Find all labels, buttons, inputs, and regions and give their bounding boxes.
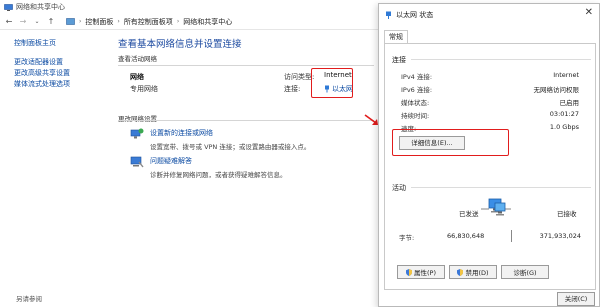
general-panel: 连接 IPv4 连接: Internet IPv6 连接: 无网络访问权限 媒体… bbox=[384, 43, 596, 290]
disable-button[interactable]: 禁用(D) bbox=[449, 265, 497, 279]
network-name: 网络 bbox=[130, 73, 144, 81]
breadcrumb-separator: › bbox=[117, 18, 120, 25]
close-button[interactable]: 关闭(C) bbox=[557, 292, 595, 306]
up-arrow-icon[interactable]: ↑ bbox=[46, 17, 56, 27]
diagnose-button[interactable]: 诊断(G) bbox=[501, 265, 549, 279]
details-button[interactable]: 详细信息(E)... bbox=[399, 136, 465, 150]
breadcrumb-separator: › bbox=[79, 18, 82, 25]
speed-value: 1.0 Gbps bbox=[549, 123, 579, 131]
task-troubleshoot: 问题疑难解答 诊断并修复网络问题，或者获得疑难解答信息。 bbox=[130, 156, 287, 179]
breadcrumb: › 控制面板 › 所有控制面板项 › 网络和共享中心 bbox=[66, 17, 232, 27]
network-center-icon bbox=[4, 3, 13, 11]
ipv6-label: IPv6 连接: bbox=[401, 86, 433, 94]
sent-label: 已发送 bbox=[459, 210, 479, 218]
received-label: 已接收 bbox=[557, 210, 577, 218]
shield-icon bbox=[457, 268, 464, 276]
main-content: 查看基本网络信息并设置连接 查看活动网络 网络 专用网络 访问类型: 连接: I… bbox=[118, 38, 380, 179]
breadcrumb-item-all-items[interactable]: 所有控制面板项 bbox=[124, 17, 173, 27]
back-icon[interactable]: ← bbox=[4, 17, 14, 27]
dialog-titlebar: 以太网 状态 bbox=[385, 10, 433, 20]
sidebar-item-control-panel-home[interactable]: 控制面板主页 bbox=[14, 38, 110, 49]
task-troubleshoot-desc: 诊断并修复网络问题，或者获得疑难解答信息。 bbox=[150, 171, 287, 179]
page-title: 查看基本网络信息并设置连接 bbox=[118, 39, 242, 50]
tab-general[interactable]: 常规 bbox=[384, 30, 408, 44]
properties-button[interactable]: 属性(P) bbox=[397, 265, 445, 279]
sidebar-item-adapter-settings[interactable]: 更改适配器设置 bbox=[14, 57, 110, 68]
connection-group-label: 连接 bbox=[392, 56, 406, 64]
ethernet-status-dialog: 以太网 状态 ✕ 常规 连接 IPv4 连接: Internet IPv6 连接… bbox=[378, 3, 600, 307]
access-type-label: 访问类型: bbox=[284, 73, 315, 81]
breadcrumb-item-control-panel[interactable]: 控制面板 bbox=[85, 17, 113, 27]
duration-value: 03:01:27 bbox=[549, 110, 579, 118]
breadcrumb-separator: › bbox=[176, 18, 180, 25]
activity-group-label: 活动 bbox=[392, 184, 406, 192]
ethernet-icon bbox=[386, 11, 391, 19]
connection-label: 连接: bbox=[284, 85, 301, 93]
disable-button-label: 禁用(D) bbox=[465, 269, 489, 277]
task-troubleshoot-title[interactable]: 问题疑难解答 bbox=[150, 156, 287, 166]
troubleshoot-icon bbox=[130, 156, 144, 168]
duration-label: 持续时间: bbox=[401, 112, 430, 120]
control-panel-icon bbox=[66, 17, 75, 25]
chevron-down-icon[interactable]: ⌄ bbox=[32, 17, 42, 27]
task-new-connection: 设置新的连接或网络 设置宽带、拨号或 VPN 连接；或设置路由器或接入点。 bbox=[130, 128, 310, 151]
see-also-label: 另请参阅 bbox=[16, 295, 42, 303]
sidebar-item-advanced-sharing[interactable]: 更改高级共享设置 bbox=[14, 68, 110, 79]
sidebar-item-media-streaming[interactable]: 媒体流式处理选项 bbox=[14, 79, 110, 90]
ipv6-value: 无网络访问权限 bbox=[533, 86, 580, 94]
sidebar: 控制面板主页 更改适配器设置 更改高级共享设置 媒体流式处理选项 bbox=[14, 38, 110, 90]
window-title: 网络和共享中心 bbox=[16, 3, 65, 11]
dialog-title: 以太网 状态 bbox=[396, 11, 434, 19]
bytes-received-value: 371,933,024 bbox=[539, 232, 581, 240]
properties-button-label: 属性(P) bbox=[414, 269, 436, 277]
task-new-connection-title[interactable]: 设置新的连接或网络 bbox=[150, 128, 310, 138]
divider bbox=[411, 59, 591, 60]
divider bbox=[118, 120, 374, 121]
task-new-connection-desc: 设置宽带、拨号或 VPN 连接；或设置路由器或接入点。 bbox=[150, 143, 311, 151]
shield-icon bbox=[406, 268, 412, 276]
ipv4-value: Internet bbox=[553, 71, 579, 79]
active-networks-label: 查看活动网络 bbox=[118, 55, 157, 63]
media-state-label: 媒体状态: bbox=[401, 99, 430, 107]
network-activity-icon bbox=[481, 198, 511, 216]
bytes-sent-value: 66,830,648 bbox=[447, 232, 485, 240]
new-connection-icon bbox=[130, 128, 144, 139]
divider bbox=[411, 187, 591, 188]
divider bbox=[511, 230, 512, 242]
forward-icon[interactable]: → bbox=[18, 17, 28, 27]
close-icon[interactable]: ✕ bbox=[585, 7, 593, 18]
divider bbox=[118, 65, 374, 66]
network-type: 专用网络 bbox=[130, 85, 158, 93]
bytes-label: 字节: bbox=[399, 234, 415, 242]
diagnose-button-label: 诊断(G) bbox=[513, 269, 537, 277]
ipv4-label: IPv4 连接: bbox=[401, 73, 433, 81]
breadcrumb-item-network-center[interactable]: 网络和共享中心 bbox=[183, 17, 232, 27]
media-state-value: 已启用 bbox=[559, 99, 580, 107]
highlight-box bbox=[311, 68, 353, 98]
